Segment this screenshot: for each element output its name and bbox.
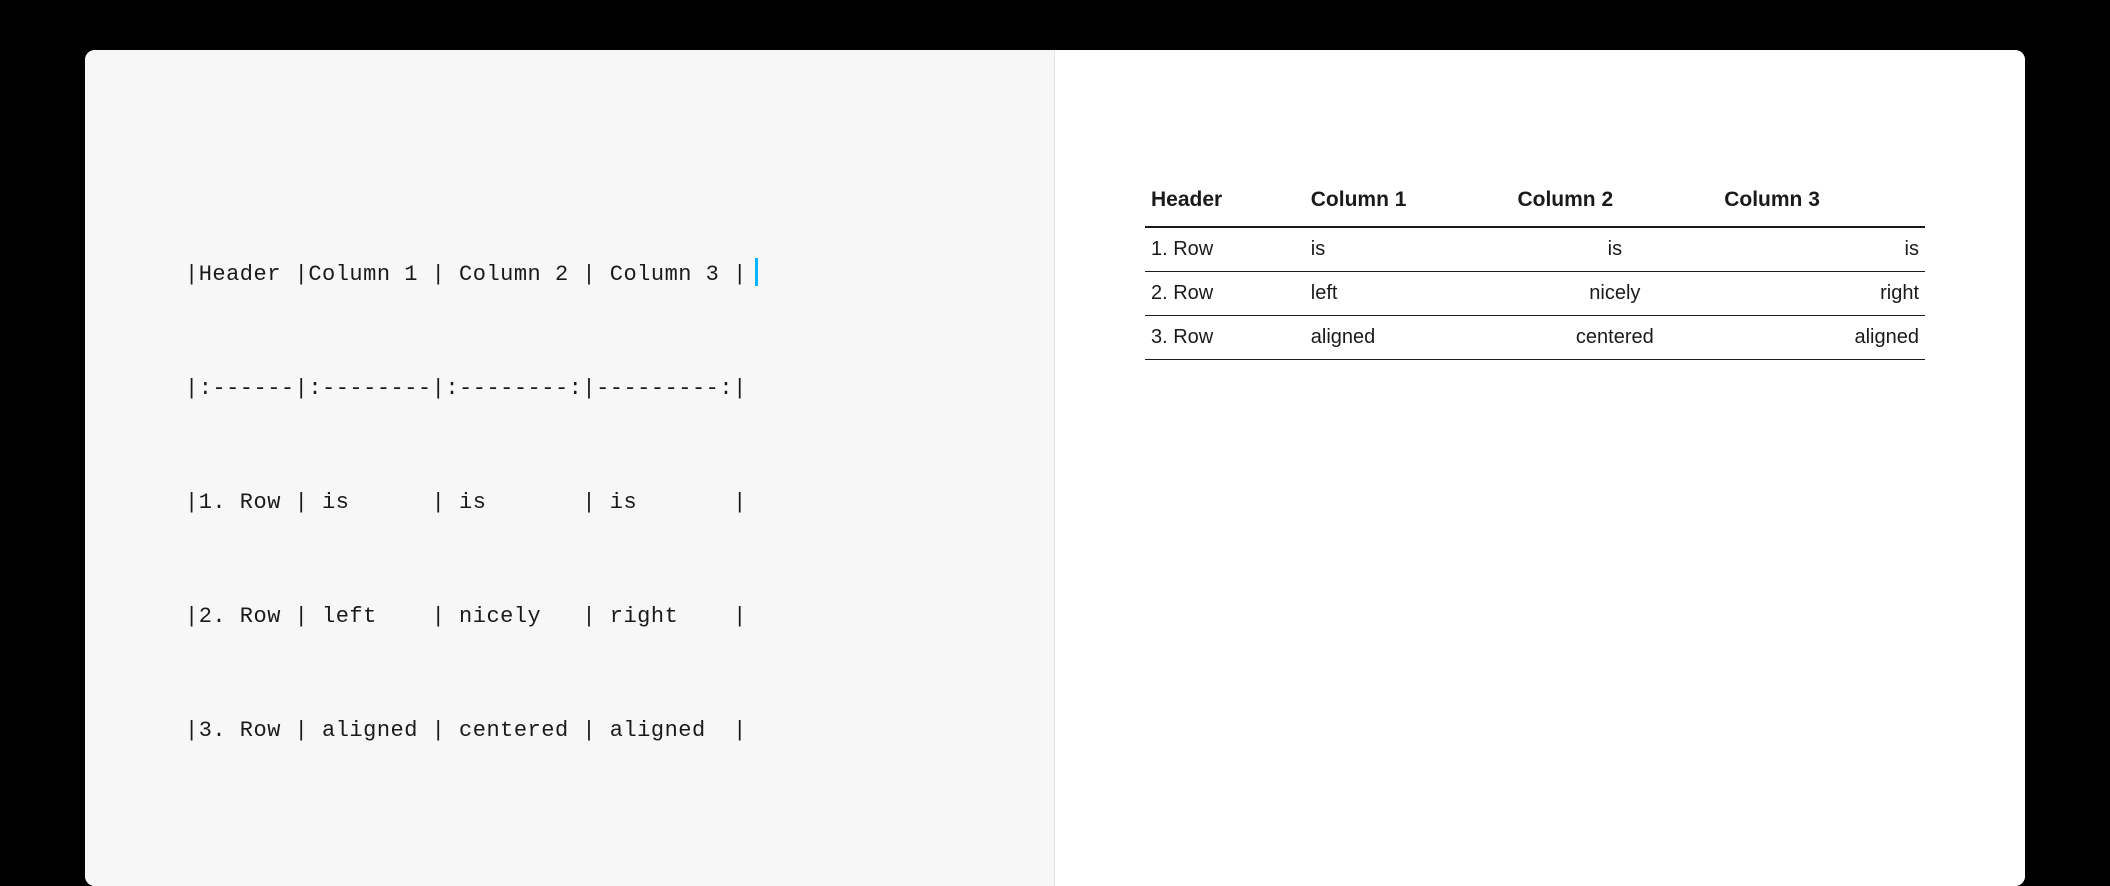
table-cell: 3. Row [1145, 316, 1305, 360]
table-header-cell: Column 2 [1511, 180, 1718, 227]
editor-line[interactable]: |:------|:--------|:--------:|---------:… [185, 370, 954, 408]
table-cell: 1. Row [1145, 227, 1305, 272]
preview-pane: Header Column 1 Column 2 Column 3 1. Row… [1055, 50, 2025, 886]
app-window: |Header |Column 1 | Column 2 | Column 3 … [85, 50, 2025, 886]
table-row: 1. Row is is is [1145, 227, 1925, 272]
table-cell: aligned [1718, 316, 1925, 360]
table-row: 3. Row aligned centered aligned [1145, 316, 1925, 360]
editor-pane[interactable]: |Header |Column 1 | Column 2 | Column 3 … [85, 50, 1055, 886]
table-cell: right [1718, 272, 1925, 316]
editor-line[interactable]: |2. Row | left | nicely | right | [185, 598, 954, 636]
editor-line[interactable]: |Header |Column 1 | Column 2 | Column 3 … [185, 256, 954, 294]
table-header-row: Header Column 1 Column 2 Column 3 [1145, 180, 1925, 227]
table-cell: 2. Row [1145, 272, 1305, 316]
editor-line-text: |1. Row | is | is | is | [185, 490, 747, 515]
table-cell: aligned [1305, 316, 1512, 360]
table-row: 2. Row left nicely right [1145, 272, 1925, 316]
editor-line-text: |Header |Column 1 | Column 2 | Column 3 … [185, 262, 747, 287]
table-cell: left [1305, 272, 1512, 316]
table-header-cell: Header [1145, 180, 1305, 227]
text-cursor [755, 258, 758, 286]
editor-text[interactable]: |Header |Column 1 | Column 2 | Column 3 … [185, 180, 954, 826]
table-cell: centered [1511, 316, 1718, 360]
editor-line[interactable]: |1. Row | is | is | is | [185, 484, 954, 522]
editor-line-text: |:------|:--------|:--------:|---------:… [185, 376, 747, 401]
table-cell: is [1305, 227, 1512, 272]
table-cell: is [1718, 227, 1925, 272]
editor-line[interactable]: |3. Row | aligned | centered | aligned | [185, 712, 954, 750]
table-cell: nicely [1511, 272, 1718, 316]
table-header-cell: Column 3 [1718, 180, 1925, 227]
editor-line-text: |2. Row | left | nicely | right | [185, 604, 747, 629]
preview-table: Header Column 1 Column 2 Column 3 1. Row… [1145, 180, 1925, 360]
table-cell: is [1511, 227, 1718, 272]
editor-line-text: |3. Row | aligned | centered | aligned | [185, 718, 747, 743]
table-header-cell: Column 1 [1305, 180, 1512, 227]
